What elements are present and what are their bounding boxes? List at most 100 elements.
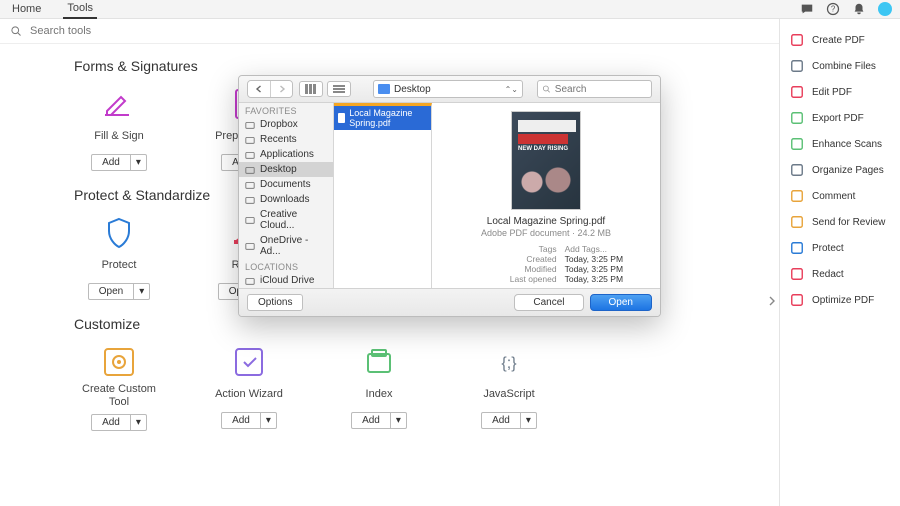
sidebar-icon	[790, 137, 804, 151]
folder-icon	[245, 180, 255, 190]
search-row	[0, 19, 779, 44]
tool-javascript[interactable]: {;} JavaScript Add▾	[464, 346, 554, 431]
sidebar-item-combine-files[interactable]: Combine Files	[780, 53, 900, 79]
chevron-down-icon[interactable]: ▾	[130, 415, 146, 430]
tool-fill-sign[interactable]: Fill & Sign Add▾	[74, 88, 164, 171]
dialog-search	[537, 80, 652, 98]
sidebar-item-label: Creative Cloud...	[260, 209, 327, 231]
view-mode-group	[299, 81, 351, 97]
sidebar-item-desktop[interactable]: Desktop	[239, 162, 333, 177]
sidebar-item-recents[interactable]: Recents	[239, 132, 333, 147]
open-button[interactable]: Open	[590, 294, 652, 311]
tool-protect[interactable]: Protect Open▾	[74, 217, 164, 300]
folder-icon	[378, 84, 390, 94]
tool-action-button[interactable]: Open▾	[88, 283, 151, 300]
view-columns-button[interactable]	[299, 81, 323, 97]
bell-icon[interactable]	[852, 2, 866, 16]
sidebar-icon	[790, 241, 804, 255]
tool-index[interactable]: Index Add▾	[334, 346, 424, 431]
folder-icon	[245, 165, 255, 175]
sidebar-icon	[790, 267, 804, 281]
tool-label: JavaScript	[483, 383, 534, 407]
tool-label: Index	[366, 383, 393, 407]
sidebar-icon	[790, 111, 804, 125]
sidebar-item-downloads[interactable]: Downloads	[239, 192, 333, 207]
avatar[interactable]	[878, 2, 892, 16]
tool-action-label: Add	[92, 415, 130, 430]
view-list-button[interactable]	[327, 81, 351, 97]
location-popup[interactable]: Desktop ⌃⌄	[373, 80, 523, 98]
preview-filename: Local Magazine Spring.pdf	[487, 216, 605, 227]
meta-tags-value[interactable]: Add Tags...	[565, 244, 607, 254]
options-button[interactable]: Options	[247, 294, 303, 311]
help-icon[interactable]: ?	[826, 2, 840, 16]
meta-created-key: Created	[440, 254, 557, 264]
sidebar-item-enhance-scans[interactable]: Enhance Scans	[780, 131, 900, 157]
cancel-button[interactable]: Cancel	[514, 294, 583, 311]
sidebar-item-optimize-pdf[interactable]: Optimize PDF	[780, 287, 900, 313]
customize-tools-row: Create Custom Tool Add▾ Action Wizard Ad…	[74, 346, 761, 431]
sidebar-label: Send for Review	[812, 217, 885, 228]
sidebar-label: Enhance Scans	[812, 139, 882, 150]
dialog-frame: Desktop ⌃⌄ Favorites DropboxRecentsAppli…	[238, 75, 661, 317]
chevron-down-icon[interactable]: ▾	[130, 155, 146, 170]
tool-icon	[358, 346, 400, 378]
sidebar-label: Optimize PDF	[812, 295, 874, 306]
sidebar-icon	[790, 293, 804, 307]
sidebar-item-export-pdf[interactable]: Export PDF	[780, 105, 900, 131]
sidebar-item-label: Dropbox	[260, 119, 298, 130]
folder-icon	[245, 150, 255, 160]
sidebar-item-label: iCloud Drive	[260, 275, 314, 286]
tool-action-button[interactable]: Add▾	[221, 412, 277, 429]
nav-back-button[interactable]	[248, 81, 270, 97]
top-right-icons: ?	[800, 2, 892, 16]
search-icon	[10, 25, 22, 37]
tool-label: Action Wizard	[215, 383, 283, 407]
sidebar-item-protect[interactable]: Protect	[780, 235, 900, 261]
file-item[interactable]: Local Magazine Spring.pdf	[334, 106, 431, 130]
sidebar-item-comment[interactable]: Comment	[780, 183, 900, 209]
sidebar-item-dropbox[interactable]: Dropbox	[239, 117, 333, 132]
chevron-down-icon[interactable]: ▾	[260, 413, 276, 428]
sidebar-item-send-for-review[interactable]: Send for Review	[780, 209, 900, 235]
sidebar-icon	[790, 215, 804, 229]
chevron-down-icon[interactable]: ▾	[520, 413, 536, 428]
sidebar-item-edit-pdf[interactable]: Edit PDF	[780, 79, 900, 105]
sidebar-label: Combine Files	[812, 61, 876, 72]
sidebar-item-create-pdf[interactable]: Create PDF	[780, 27, 900, 53]
sidebar-item-onedrive-ad-[interactable]: OneDrive - Ad...	[239, 233, 333, 259]
sidebar-icon	[790, 85, 804, 99]
collapse-handle[interactable]	[766, 289, 778, 313]
sidebar-item-label: Recents	[260, 134, 297, 145]
search-input[interactable]	[30, 25, 769, 37]
tool-action-button[interactable]: Add▾	[91, 414, 147, 431]
tool-action-button[interactable]: Add▾	[91, 154, 147, 171]
dialog-search-input[interactable]	[555, 84, 647, 95]
sidebar-icon	[790, 163, 804, 177]
sidebar-icon	[790, 33, 804, 47]
sidebar-item-applications[interactable]: Applications	[239, 147, 333, 162]
sidebar-item-label: Downloads	[260, 194, 309, 205]
tool-create-custom-tool[interactable]: Create Custom Tool Add▾	[74, 346, 164, 431]
sidebar-item-creative-cloud-[interactable]: Creative Cloud...	[239, 207, 333, 233]
sidebar-item-redact[interactable]: Redact	[780, 261, 900, 287]
nav-forward-button[interactable]	[270, 81, 292, 97]
sidebar-item-documents[interactable]: Documents	[239, 177, 333, 192]
svg-text:?: ?	[831, 5, 836, 14]
dialog-sidebar: Favorites DropboxRecentsApplicationsDesk…	[239, 103, 334, 288]
tab-home[interactable]: Home	[8, 0, 45, 18]
tool-action-label: Open	[89, 284, 133, 299]
chevron-down-icon[interactable]: ▾	[133, 284, 149, 299]
tool-action-wizard[interactable]: Action Wizard Add▾	[204, 346, 294, 431]
tool-action-button[interactable]: Add▾	[481, 412, 537, 429]
chat-icon[interactable]	[800, 2, 814, 16]
sidebar-item-organize-pages[interactable]: Organize Pages	[780, 157, 900, 183]
chevron-down-icon[interactable]: ▾	[390, 413, 406, 428]
section-customize-title: Customize	[74, 316, 761, 332]
pdf-file-icon	[338, 113, 345, 123]
tool-action-button[interactable]: Add▾	[351, 412, 407, 429]
meta-opened-value: Today, 3:25 PM	[565, 274, 623, 284]
sidebar-item-icloud-drive[interactable]: iCloud Drive	[239, 273, 333, 288]
tab-tools[interactable]: Tools	[63, 0, 97, 19]
locations-header: Locations	[239, 259, 333, 273]
